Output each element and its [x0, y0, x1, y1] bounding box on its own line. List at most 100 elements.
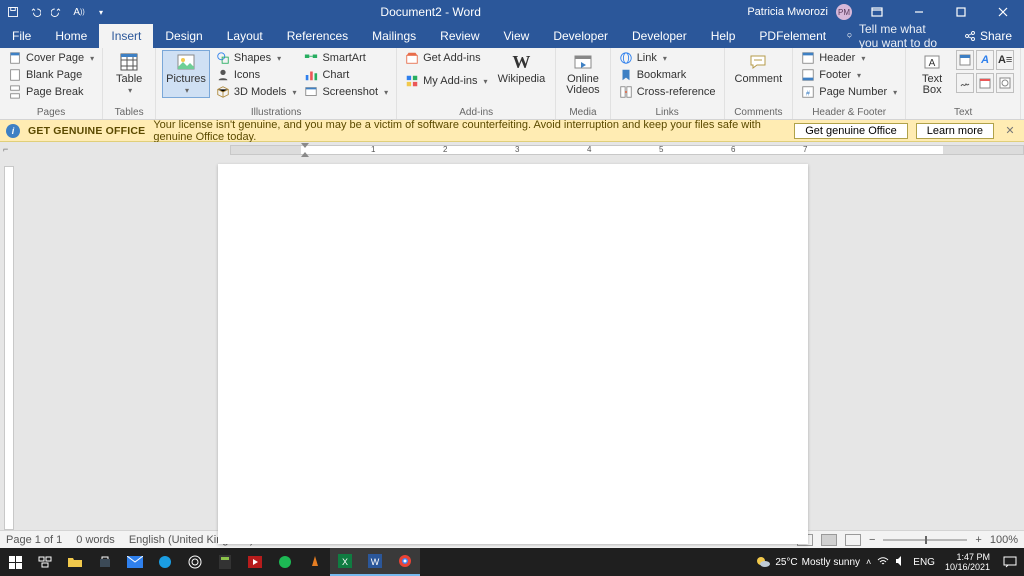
text-box-button[interactable]: A Text Box — [912, 50, 952, 98]
pictures-button[interactable]: Pictures▾ — [162, 50, 210, 98]
tab-home[interactable]: Home — [43, 24, 99, 48]
vlc-taskbar[interactable] — [300, 548, 330, 576]
edge-taskbar[interactable] — [150, 548, 180, 576]
blank-page-button[interactable]: Blank Page — [6, 67, 96, 83]
learn-more-button[interactable]: Learn more — [916, 123, 994, 139]
redo-icon[interactable] — [50, 5, 64, 19]
calculator-taskbar[interactable] — [210, 548, 240, 576]
tab-view[interactable]: View — [492, 24, 542, 48]
table-button[interactable]: Table▾ — [109, 50, 149, 98]
close-button[interactable] — [986, 0, 1020, 24]
mail-taskbar[interactable] — [120, 548, 150, 576]
tray-volume-icon[interactable] — [895, 556, 907, 569]
tab-developer[interactable]: Developer — [541, 24, 620, 48]
minimize-button[interactable] — [902, 0, 936, 24]
tab-review[interactable]: Review — [428, 24, 491, 48]
chrome-taskbar[interactable] — [390, 548, 420, 576]
link-button[interactable]: Link▾ — [617, 50, 718, 66]
undo-icon[interactable] — [28, 5, 42, 19]
share-button[interactable]: Share — [952, 24, 1024, 48]
ribbon-display-options-icon[interactable] — [860, 0, 894, 24]
page-break-button[interactable]: Page Break — [6, 84, 96, 100]
share-icon — [964, 30, 976, 42]
tab-references[interactable]: References — [275, 24, 360, 48]
3d-models-button[interactable]: 3D Models▾ — [214, 84, 299, 100]
zoom-value[interactable]: 100% — [990, 534, 1018, 546]
status-words[interactable]: 0 words — [76, 534, 115, 546]
signature-line-button[interactable] — [956, 73, 974, 93]
tab-design[interactable]: Design — [153, 24, 214, 48]
tab-layout[interactable]: Layout — [215, 24, 275, 48]
spotify-taskbar[interactable] — [270, 548, 300, 576]
get-addins-button[interactable]: Get Add-ins — [403, 50, 489, 66]
tray-network-icon[interactable] — [877, 556, 889, 569]
qat-customize-icon[interactable]: ▾ — [94, 5, 108, 19]
group-header-footer: Header▾ Footer▾ #Page Number▾ Header & F… — [793, 48, 906, 119]
header-button[interactable]: Header▾ — [799, 50, 899, 66]
signature-icon — [959, 77, 971, 89]
movies-taskbar[interactable] — [240, 548, 270, 576]
chart-button[interactable]: Chart — [302, 67, 390, 83]
status-page[interactable]: Page 1 of 1 — [6, 534, 62, 546]
footer-icon — [801, 68, 815, 82]
shapes-button[interactable]: Shapes▾ — [214, 50, 299, 66]
online-videos-button[interactable]: Online Videos — [562, 50, 603, 98]
word-taskbar[interactable]: W — [360, 548, 390, 576]
maximize-button[interactable] — [944, 0, 978, 24]
horizontal-ruler[interactable]: 1 2 3 4 5 6 7 — [18, 142, 1024, 158]
bookmark-button[interactable]: Bookmark — [617, 67, 718, 83]
tab-help[interactable]: Help — [699, 24, 748, 48]
page[interactable] — [218, 164, 808, 544]
shapes-icon — [216, 51, 230, 65]
tell-me-search[interactable]: Tell me what you want to do — [838, 24, 952, 48]
smartart-button[interactable]: SmartArt — [302, 50, 390, 66]
object-button[interactable] — [996, 73, 1014, 93]
tray-language[interactable]: ENG — [913, 557, 935, 568]
action-center-button[interactable] — [1000, 552, 1020, 572]
print-layout-button[interactable] — [821, 534, 837, 546]
my-addins-button[interactable]: My Add-ins▾ — [403, 73, 489, 89]
vertical-ruler[interactable] — [0, 158, 18, 530]
cover-page-button[interactable]: Cover Page▾ — [6, 50, 96, 66]
group-comments-label: Comments — [731, 107, 787, 119]
tab-file[interactable]: File — [0, 24, 43, 48]
settings-taskbar[interactable] — [180, 548, 210, 576]
touch-mode-icon[interactable]: A)) — [72, 5, 86, 19]
save-icon[interactable] — [6, 5, 20, 19]
page-number-button[interactable]: #Page Number▾ — [799, 84, 899, 100]
cross-reference-button[interactable]: Cross-reference — [617, 84, 718, 100]
wikipedia-button[interactable]: W Wikipedia — [494, 50, 550, 87]
web-layout-button[interactable] — [845, 534, 861, 546]
comment-button[interactable]: Comment — [731, 50, 787, 87]
task-view-button[interactable] — [30, 548, 60, 576]
tab-developer-2[interactable]: Developer — [620, 24, 699, 48]
tab-mailings[interactable]: Mailings — [360, 24, 428, 48]
blank-page-label: Blank Page — [26, 69, 82, 81]
tab-insert[interactable]: Insert — [99, 24, 153, 48]
date-time-button[interactable] — [976, 73, 994, 93]
ruler-corner[interactable] — [0, 142, 18, 158]
weather-widget[interactable]: 25°C Mostly sunny — [755, 555, 860, 569]
document-canvas[interactable] — [18, 158, 1024, 530]
wordart-button[interactable]: A — [976, 50, 994, 70]
get-genuine-button[interactable]: Get genuine Office — [794, 123, 908, 139]
quick-parts-button[interactable] — [956, 50, 974, 70]
header-label: Header — [819, 52, 855, 64]
user-name[interactable]: Patricia Mworozi — [747, 6, 828, 18]
zoom-in-button[interactable]: + — [975, 534, 981, 546]
tab-pdfelement[interactable]: PDFelement — [747, 24, 838, 48]
tray-chevron-icon[interactable]: ˄ — [866, 557, 871, 567]
screenshot-button[interactable]: Screenshot▾ — [302, 84, 390, 100]
store-taskbar[interactable] — [90, 548, 120, 576]
warning-close-button[interactable]: ✕ — [1002, 124, 1018, 137]
zoom-slider[interactable] — [883, 539, 967, 541]
user-avatar[interactable]: PM — [836, 4, 852, 20]
tray-clock[interactable]: 1:47 PM 10/16/2021 — [941, 552, 994, 572]
footer-button[interactable]: Footer▾ — [799, 67, 899, 83]
icons-button[interactable]: Icons — [214, 67, 299, 83]
file-explorer-taskbar[interactable] — [60, 548, 90, 576]
drop-cap-button[interactable]: A≡ — [996, 50, 1014, 70]
start-button[interactable] — [0, 548, 30, 576]
zoom-out-button[interactable]: − — [869, 534, 875, 546]
excel-taskbar[interactable]: X — [330, 548, 360, 576]
